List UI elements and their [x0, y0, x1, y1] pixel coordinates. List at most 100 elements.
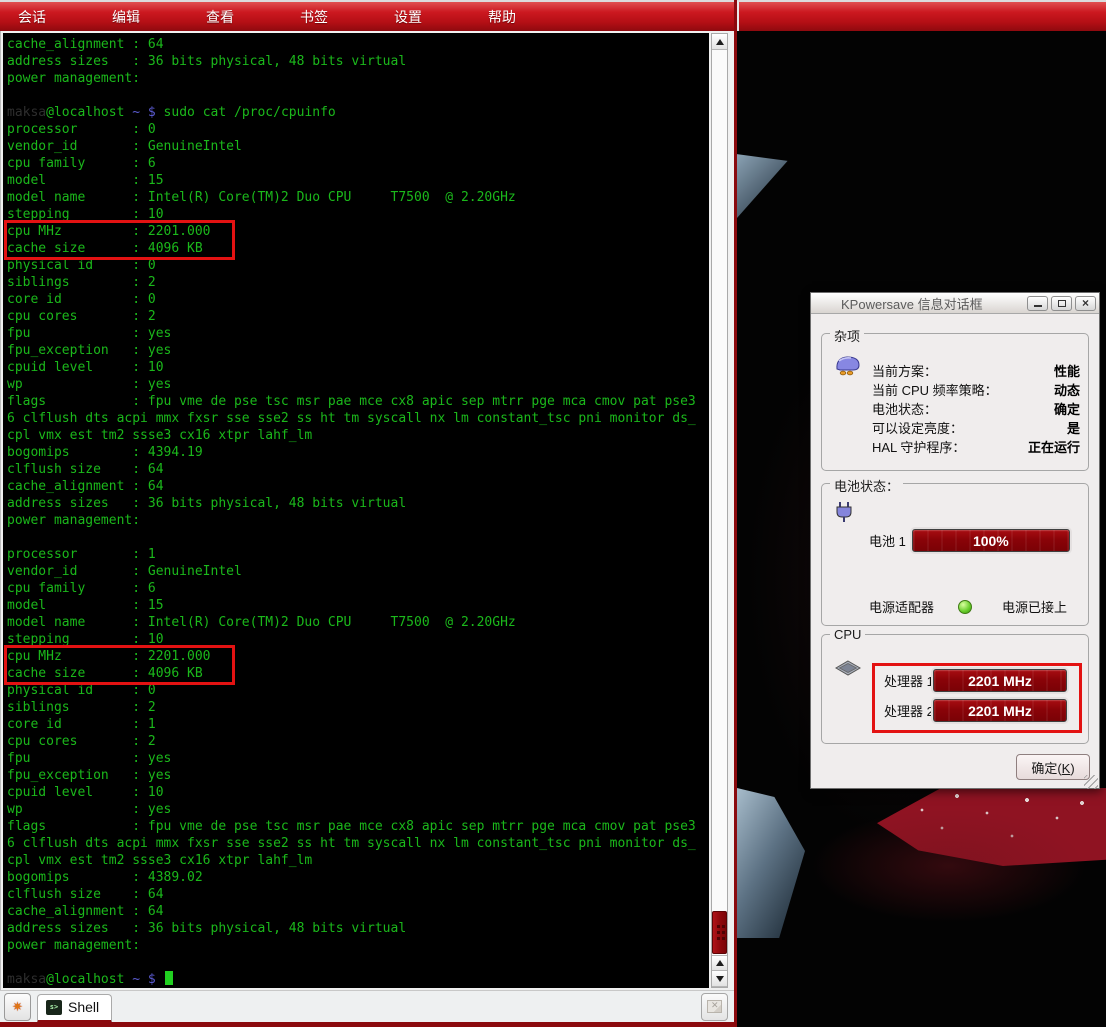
menu-item[interactable]: 查看 — [206, 7, 234, 27]
terminal-text-span: @localhost — [46, 972, 124, 987]
power-plug-icon — [832, 500, 856, 529]
terminal-line: bogomips : 4389.02 — [7, 869, 709, 886]
processor-freq-value: 2201 MHz — [968, 703, 1032, 719]
tab-bar: ✷ s> Shell — [0, 990, 734, 1022]
menu-item[interactable]: 书签 — [300, 7, 328, 27]
terminal-line: processor : 1 — [7, 546, 709, 563]
top-red-bar — [737, 0, 1106, 31]
dialog-body: 杂项 当前方案：性能当前 CPU 频率策略：动态电池状态：确定可以设定亮度：是H… — [811, 314, 1099, 790]
maximize-button[interactable] — [1051, 296, 1072, 311]
menu-item[interactable]: 会话 — [18, 7, 46, 27]
terminal-line — [7, 954, 709, 971]
misc-row-value: 动态 — [1054, 380, 1080, 399]
cpu-group: CPU 处理器 12201 MHz处理器 22201 MHz — [821, 634, 1089, 744]
terminal-line: processor : 0 — [7, 121, 709, 138]
cpu-chip-icon — [834, 659, 862, 682]
scroll-down-button[interactable] — [712, 971, 727, 987]
scroll-down-icon — [716, 976, 724, 982]
processor-label: 处理器 2 — [884, 701, 933, 720]
tab-shell-label: Shell — [68, 999, 99, 1015]
terminal-line: cpl vmx est tm2 ssse3 cx16 xtpr lahf_lm — [7, 852, 709, 869]
kpowersave-icon — [834, 354, 862, 381]
menu-item[interactable]: 设置 — [394, 7, 422, 27]
terminal-text-span: maksa — [7, 105, 46, 120]
terminal-scrollbar[interactable] — [711, 33, 728, 988]
scroll-up-button-bottom[interactable] — [712, 955, 727, 971]
terminal-line: 6 clflush dts acpi mmx fxsr sse sse2 ss … — [7, 410, 709, 427]
terminal-line: fpu_exception : yes — [7, 767, 709, 784]
terminal-line: cache_alignment : 64 — [7, 903, 709, 920]
terminal-canvas[interactable]: cache_alignment : 64address sizes : 36 b… — [3, 33, 709, 988]
terminal-line: power management: — [7, 70, 709, 87]
terminal-line: physical id : 0 — [7, 257, 709, 274]
close-session-icon — [707, 1000, 722, 1013]
battery-group-title: 电池状态： — [830, 476, 903, 495]
processor-label: 处理器 1 — [884, 671, 933, 690]
close-icon: × — [1082, 297, 1089, 309]
terminal-line: cache size : 4096 KB — [7, 240, 232, 257]
terminal-text-span: maksa — [7, 972, 46, 987]
new-session-icon: ✷ — [12, 1000, 23, 1013]
scroll-up-button[interactable] — [712, 34, 727, 50]
scrollbar-thumb[interactable] — [712, 911, 727, 954]
terminal-line: cpl vmx est tm2 ssse3 cx16 xtpr lahf_lm — [7, 427, 709, 444]
terminal-line: physical id : 0 — [7, 682, 709, 699]
terminal-line: power management: — [7, 937, 709, 954]
dialog-title: KPowersave 信息对话框 — [811, 294, 1027, 313]
terminal-line: cpuid level : 10 — [7, 359, 709, 376]
misc-row: 当前 CPU 频率策略： 动态 — [872, 380, 1080, 399]
misc-row-label: 电池状态： — [872, 399, 937, 418]
terminal-line: core id : 1 — [7, 716, 709, 733]
misc-row-label: 当前 CPU 频率策略： — [872, 380, 998, 399]
adapter-label: 电源适配器 — [869, 597, 934, 616]
terminal-line: cache_alignment : 64 — [7, 478, 709, 495]
window-bottom-border — [0, 1022, 734, 1027]
misc-row-value: 性能 — [1054, 361, 1080, 380]
photo-maroon-glow — [767, 806, 1097, 956]
desktop-background: KPowersave 信息对话框 × 杂项 — [737, 0, 1106, 1027]
ok-button[interactable]: 确定(K) — [1016, 754, 1090, 780]
resize-grip[interactable] — [1084, 775, 1098, 789]
scroll-up-icon — [716, 39, 724, 45]
terminal-line: clflush size : 64 — [7, 886, 709, 903]
close-session-button[interactable] — [701, 993, 728, 1021]
tab-shell[interactable]: s> Shell — [37, 994, 112, 1023]
processor-freq-bar: 2201 MHz — [933, 699, 1067, 722]
terminal-frame: cache_alignment : 64address sizes : 36 b… — [0, 31, 734, 990]
terminal-line: fpu : yes — [7, 325, 709, 342]
maximize-icon — [1058, 300, 1066, 307]
misc-row: 当前方案：性能 — [872, 361, 1080, 380]
terminal-line: vendor_id : GenuineIntel — [7, 563, 709, 580]
terminal-text-span: ~ — [124, 105, 147, 120]
terminal-line: address sizes : 36 bits physical, 48 bit… — [7, 920, 709, 937]
battery-percent: 100% — [973, 533, 1009, 549]
misc-rows: 当前方案：性能当前 CPU 频率策略：动态电池状态：确定可以设定亮度：是HAL … — [872, 361, 1080, 456]
scroll-up-icon — [716, 960, 724, 966]
terminal-line: model name : Intel(R) Core(TM)2 Duo CPU … — [7, 189, 709, 206]
menu-bar: 会话 编辑 查看 书签 设置 帮助 — [0, 0, 734, 31]
new-session-button[interactable]: ✷ — [4, 993, 31, 1021]
dialog-titlebar[interactable]: KPowersave 信息对话框 × — [811, 293, 1099, 314]
misc-row: HAL 守护程序：正在运行 — [872, 437, 1080, 456]
terminal-line: wp : yes — [7, 801, 709, 818]
terminal-line: model : 15 — [7, 597, 709, 614]
minimize-button[interactable] — [1027, 296, 1048, 311]
processor-row: 处理器 2 2201 MHz — [884, 699, 1067, 722]
misc-group: 杂项 当前方案：性能当前 CPU 频率策略：动态电池状态：确定可以设定亮度：是H… — [821, 333, 1089, 471]
close-button[interactable]: × — [1075, 296, 1096, 311]
kpowersave-dialog: KPowersave 信息对话框 × 杂项 — [810, 292, 1100, 789]
battery-group: 电池状态： 电池 1 100% — [821, 483, 1089, 626]
adapter-row: 电源适配器 电源已接上 — [869, 597, 1067, 616]
terminal-text-span: ~ — [124, 972, 147, 987]
thumb-grip-dots — [717, 925, 720, 928]
misc-row-value: 确定 — [1054, 399, 1080, 418]
terminal-line: fpu : yes — [7, 750, 709, 767]
menu-item[interactable]: 帮助 — [488, 7, 516, 27]
terminal-prompt-line: maksa@localhost ~ $ sudo cat /proc/cpuin… — [7, 104, 709, 121]
cpu-group-title: CPU — [830, 627, 865, 642]
terminal-line: cache size : 4096 KB — [7, 665, 232, 682]
misc-group-title: 杂项 — [830, 326, 864, 345]
processor-row: 处理器 12201 MHz — [884, 669, 1067, 692]
terminal-line: cache_alignment : 64 — [7, 36, 709, 53]
menu-item[interactable]: 编辑 — [112, 7, 140, 27]
